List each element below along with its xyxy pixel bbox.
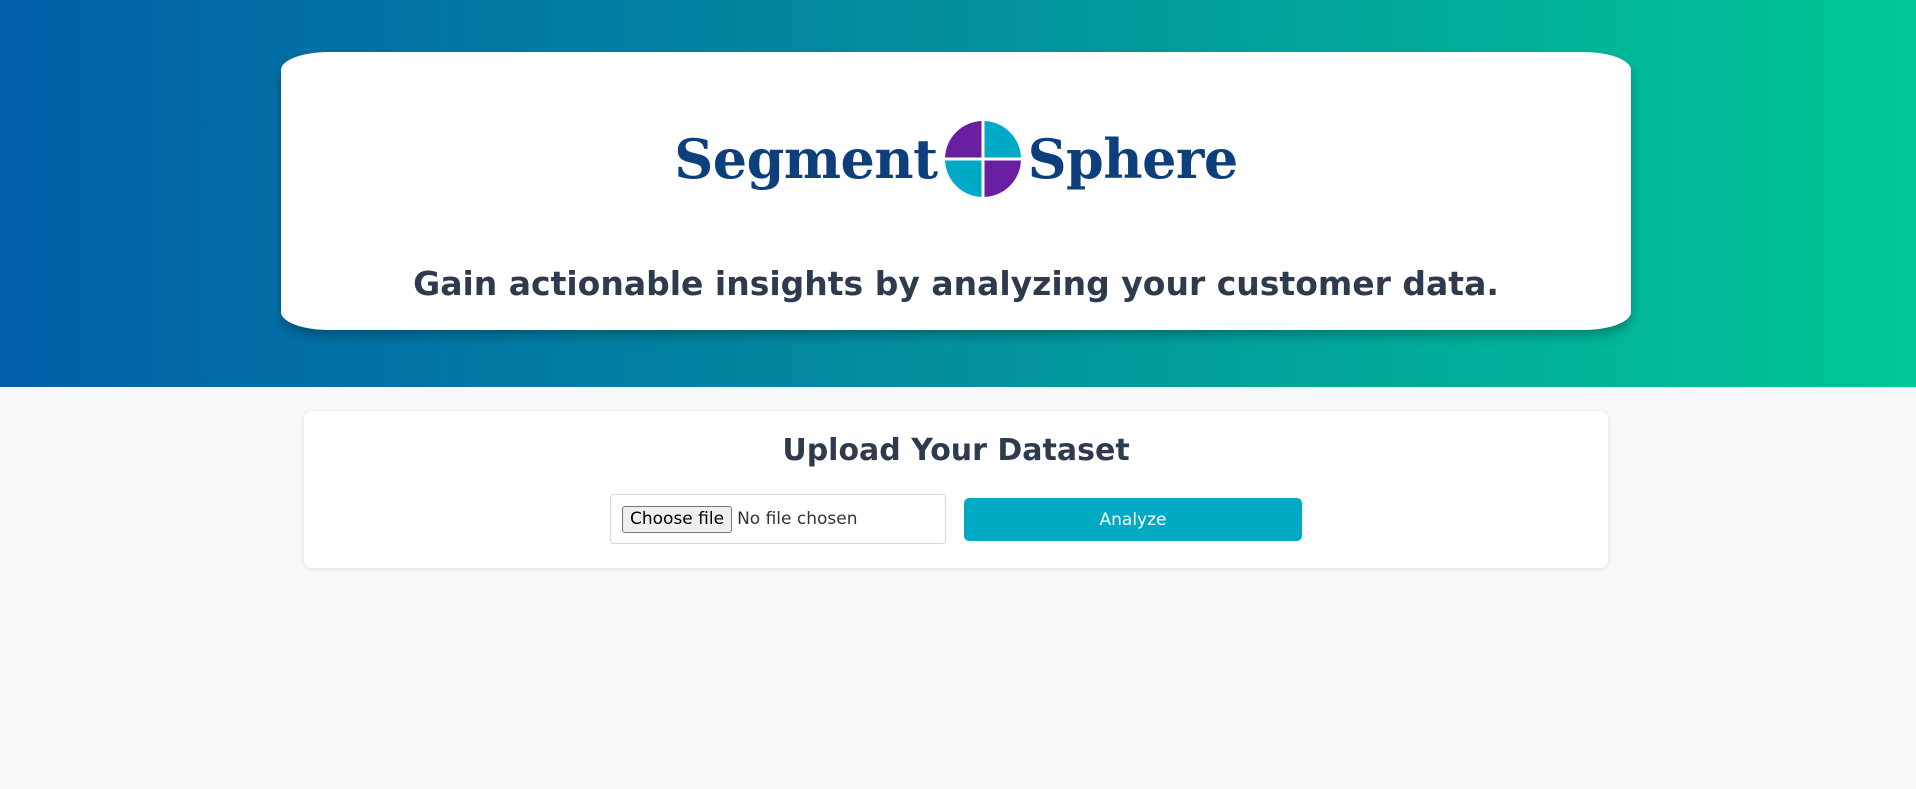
hero-tagline: Gain actionable insights by analyzing yo…	[413, 264, 1499, 303]
quartered-circle-icon	[943, 120, 1022, 198]
analyze-button[interactable]: Analyze	[964, 498, 1302, 541]
choose-file-button[interactable]: Choose file	[622, 505, 733, 533]
brand-name-left: Segment	[674, 127, 938, 191]
upload-card: Upload Your Dataset Choose file No file …	[304, 411, 1608, 568]
upload-title: Upload Your Dataset	[782, 433, 1130, 468]
file-input[interactable]: Choose file No file chosen	[610, 494, 946, 544]
brand-logo: Segment Sphere	[281, 118, 1631, 200]
hero-banner: Segment Sphere Gain actionable insights …	[0, 0, 1916, 387]
hero-card: Segment Sphere Gain actionable insights …	[281, 52, 1631, 330]
brand-name-right: Sphere	[1027, 127, 1239, 191]
file-status-text: No file chosen	[737, 509, 858, 529]
